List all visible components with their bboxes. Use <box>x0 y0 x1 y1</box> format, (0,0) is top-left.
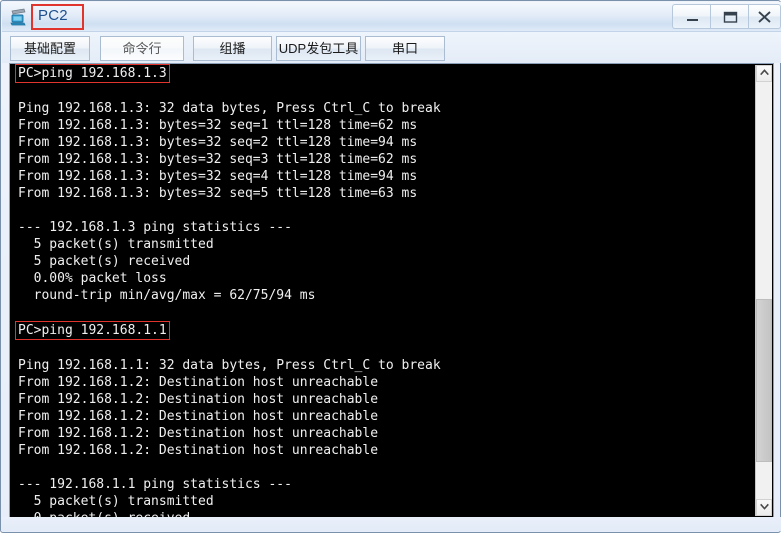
tab-multicast[interactable]: 组播 <box>193 36 272 61</box>
tab-label: 基础配置 <box>23 41 76 56</box>
scroll-down-arrow-icon[interactable] <box>756 499 772 516</box>
pc-device-icon <box>9 7 29 27</box>
terminal-panel: PC>ping 192.168.1.3 Ping 192.168.1.3: 32… <box>9 63 774 518</box>
close-button[interactable] <box>748 4 781 29</box>
tab-serial-port[interactable]: 串口 <box>365 36 445 61</box>
console-line: From 192.168.1.3: bytes=32 seq=1 ttl=128… <box>18 118 418 133</box>
scroll-up-arrow-icon[interactable] <box>756 65 772 82</box>
minimize-icon <box>686 19 698 21</box>
console-line: Ping 192.168.1.3: 32 data bytes, Press C… <box>18 101 441 116</box>
console-line: From 192.168.1.2: Destination host unrea… <box>18 375 379 390</box>
console-line: From 192.168.1.2: Destination host unrea… <box>18 392 379 407</box>
console-line: 0 packet(s) received <box>18 510 753 517</box>
console-line: From 192.168.1.3: bytes=32 seq=4 ttl=128… <box>18 169 418 184</box>
tab-strip: 基础配置 命令行 组播 UDP发包工具 串口 <box>2 32 781 63</box>
tab-basic-config[interactable]: 基础配置 <box>10 36 90 61</box>
console-line: From 192.168.1.2: Destination host unrea… <box>18 443 379 458</box>
tab-command-line[interactable]: 命令行 <box>100 36 184 61</box>
console-line: 5 packet(s) received <box>18 254 191 269</box>
console-line: From 192.168.1.3: bytes=32 seq=2 ttl=128… <box>18 135 418 150</box>
title-bar: PC2 <box>2 2 781 32</box>
close-icon <box>758 11 771 23</box>
console-command-row: PC>ping 192.168.1.3 <box>15 64 753 83</box>
console-command-highlighted: PC>ping 192.168.1.1 <box>15 321 170 340</box>
console-line: From 192.168.1.2: Destination host unrea… <box>18 426 379 441</box>
window-title: PC2 <box>38 7 68 24</box>
console-line: From 192.168.1.3: bytes=32 seq=5 ttl=128… <box>18 186 418 201</box>
console-line: 5 packet(s) transmitted <box>18 237 214 252</box>
console-line: Ping 192.168.1.1: 32 data bytes, Press C… <box>18 358 441 373</box>
tab-label: UDP发包工具 <box>278 41 359 56</box>
console-line: --- 192.168.1.3 ping statistics --- <box>18 220 292 235</box>
vertical-scrollbar[interactable] <box>755 65 772 516</box>
console-line: 5 packet(s) transmitted <box>18 494 214 509</box>
console-line-list: PC>ping 192.168.1.3 Ping 192.168.1.3: 32… <box>15 64 753 517</box>
console-line: From 192.168.1.2: Destination host unrea… <box>18 409 379 424</box>
maximize-button[interactable] <box>710 4 748 29</box>
console-command-row: PC>ping 192.168.1.1 <box>15 321 753 340</box>
pc2-window: PC2 基础配置 命令行 组播 UDP发包工具 串口 PC>ping 192.1… <box>0 0 781 533</box>
console-line: 0.00% packet loss <box>18 271 167 286</box>
tab-label: 串口 <box>391 41 418 56</box>
tab-udp-packet-tool[interactable]: UDP发包工具 <box>276 36 361 61</box>
console-output[interactable]: PC>ping 192.168.1.3 Ping 192.168.1.3: 32… <box>10 64 756 517</box>
console-command-highlighted: PC>ping 192.168.1.3 <box>15 64 170 83</box>
console-line: --- 192.168.1.1 ping statistics --- <box>18 477 292 492</box>
tab-label: 命令行 <box>122 41 162 56</box>
maximize-icon <box>723 11 737 23</box>
scrollbar-thumb[interactable] <box>756 299 772 462</box>
console-line: From 192.168.1.3: bytes=32 seq=3 ttl=128… <box>18 152 418 167</box>
minimize-button[interactable] <box>672 4 710 29</box>
window-bottom-strip <box>2 517 781 531</box>
console-line: round-trip min/avg/max = 62/75/94 ms <box>18 288 316 303</box>
tab-label: 组播 <box>219 41 246 56</box>
